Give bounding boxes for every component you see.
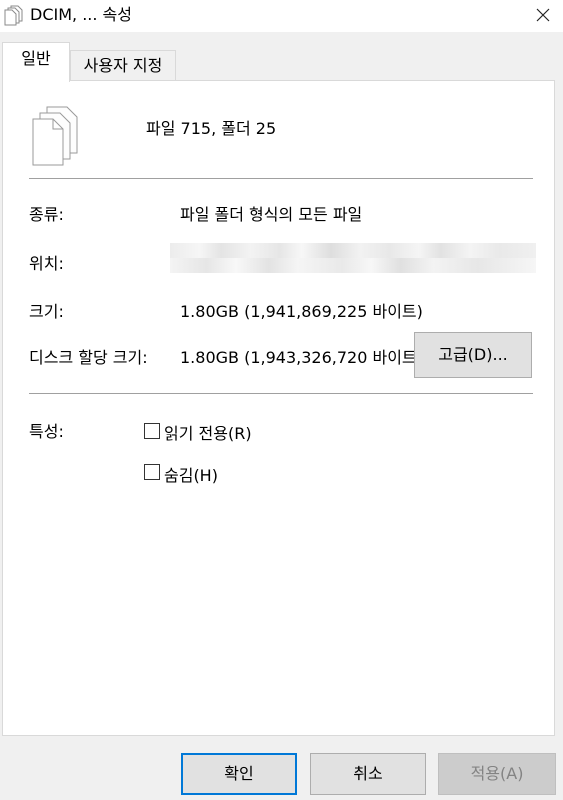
close-button[interactable] [526, 1, 560, 29]
hidden-checkbox[interactable] [144, 464, 160, 480]
disk-size-value: 1.80GB (1,943,326,720 바이트) [180, 348, 423, 367]
size-label: 크기: [29, 302, 64, 321]
attributes-label: 특성: [29, 422, 64, 441]
hidden-label[interactable]: 숨김(H) [164, 466, 218, 486]
window-title: DCIM, ... 속성 [30, 5, 132, 24]
documents-icon [4, 5, 23, 26]
title-bar: DCIM, ... 속성 [0, 0, 563, 32]
cancel-button[interactable]: 취소 [310, 753, 426, 795]
location-label: 위치: [29, 254, 64, 273]
readonly-checkbox[interactable] [144, 423, 160, 439]
apply-button[interactable]: 적용(A) [438, 753, 556, 795]
readonly-label[interactable]: 읽기 전용(R) [164, 424, 252, 444]
tab-customize[interactable]: 사용자 지정 [70, 50, 176, 81]
type-label: 종류: [29, 205, 64, 224]
general-tab-panel: 파일 715, 폴더 25 종류: 파일 폴더 형식의 모든 파일 위치: 크기… [2, 80, 555, 736]
divider [29, 178, 533, 179]
disk-size-label: 디스크 할당 크기: [29, 348, 148, 367]
close-icon [536, 8, 550, 22]
multiple-files-icon [32, 106, 78, 166]
advanced-button[interactable]: 고급(D)... [414, 332, 532, 378]
tab-general[interactable]: 일반 [2, 42, 70, 82]
location-value-redacted [170, 243, 536, 273]
ok-button[interactable]: 확인 [181, 753, 297, 795]
selection-summary: 파일 715, 폴더 25 [146, 119, 277, 138]
type-value: 파일 폴더 형식의 모든 파일 [180, 205, 363, 224]
size-value: 1.80GB (1,941,869,225 바이트) [180, 302, 423, 321]
divider [29, 393, 533, 394]
